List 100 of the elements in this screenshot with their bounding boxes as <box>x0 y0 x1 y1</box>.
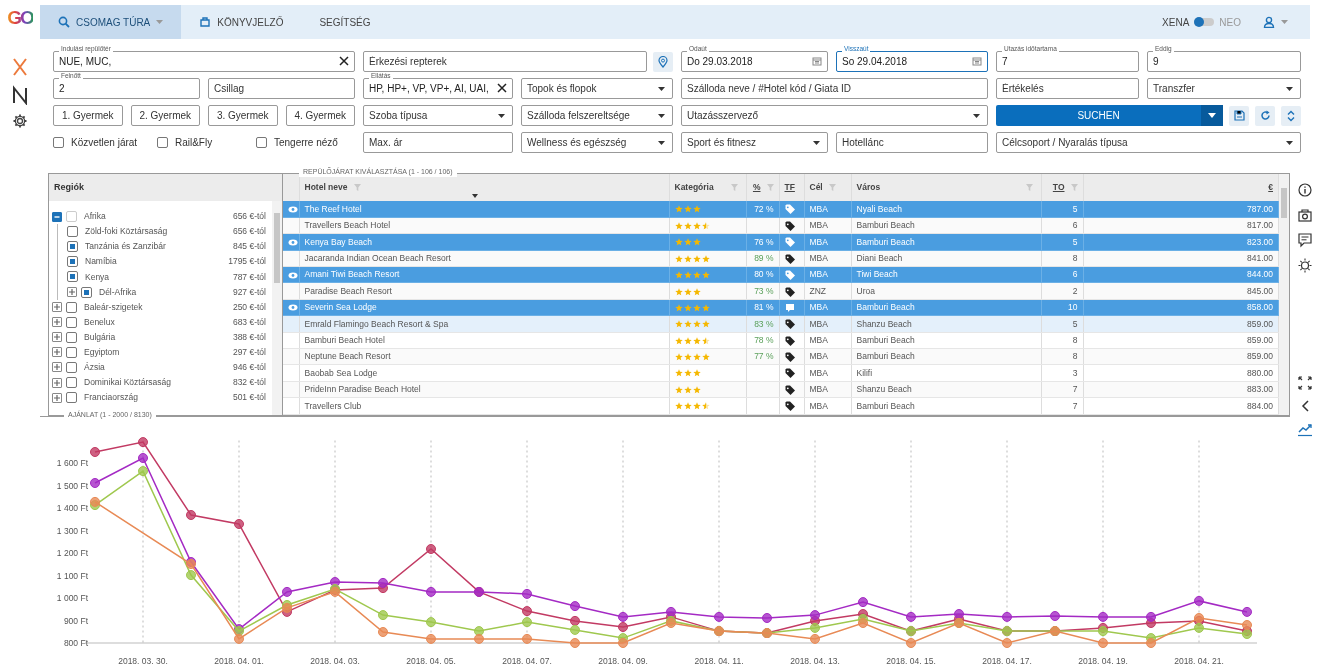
y-tick-label: 1 100 Ft <box>56 570 88 581</box>
region-price: 927 €-tól <box>232 285 266 299</box>
percent-value: 77 % <box>754 351 774 362</box>
destination-code: MBA <box>809 384 828 395</box>
price-value: 859.00 <box>1247 351 1273 362</box>
city-name: Bamburi Beach <box>856 220 915 231</box>
tour-operator-count: 5 <box>1072 318 1078 329</box>
city-name: Nyali Beach <box>856 203 902 214</box>
price-value: 823.00 <box>1247 236 1273 247</box>
region-price: 656 €-tól <box>232 210 266 223</box>
hotel-name: Travellers Beach Hotel <box>304 220 391 231</box>
city-name: Tiwi Beach <box>856 269 898 280</box>
percent-value: 78 % <box>754 334 774 345</box>
region-price: 656 €-tól <box>232 225 266 238</box>
price-value: 884.00 <box>1247 400 1273 411</box>
x-tick-label: 2018. 04. 03. <box>310 655 360 664</box>
region-price: 787 €-tól <box>232 270 266 284</box>
hotel-name: Bamburi Beach Hotel <box>304 334 385 345</box>
region-price: 250 €-tól <box>232 300 266 314</box>
percent-value: 89 % <box>754 253 774 263</box>
percent-value: 83 % <box>754 318 774 329</box>
tour-operator-count: 6 <box>1072 220 1078 231</box>
region-price: 501 €-tól <box>232 391 266 405</box>
price-value: 817.00 <box>1247 220 1273 231</box>
hotel-name: Baobab Sea Lodge <box>304 367 378 378</box>
tour-operator-count: 5 <box>1072 203 1078 214</box>
y-tick-label: 800 Ft <box>63 637 88 648</box>
percent-value: 80 % <box>754 269 774 280</box>
hotel-name: The Reef Hotel <box>304 203 362 214</box>
y-tick-label: 1 200 Ft <box>56 547 88 558</box>
percent-value: 73 % <box>754 285 774 296</box>
region-price: 683 €-tól <box>232 315 266 329</box>
x-tick-label: 2018. 04. 05. <box>406 655 456 664</box>
destination-code: MBA <box>809 302 828 313</box>
city-name: Bamburi Beach <box>856 351 915 362</box>
city-name: Kilifi <box>856 367 873 378</box>
hotel-name: Travellers Club <box>304 400 362 411</box>
percent-value: 72 % <box>754 203 774 214</box>
y-tick-label: 1 400 Ft <box>56 502 88 513</box>
hotel-name: Paradise Beach Resort <box>304 285 392 296</box>
hotel-name: Neptune Beach Resort <box>304 351 391 362</box>
x-tick-label: 2018. 04. 07. <box>502 655 552 664</box>
x-tick-label: 2018. 04. 15. <box>886 655 936 664</box>
destination-code: MBA <box>809 220 828 231</box>
toggle-label: XENA <box>1162 15 1190 30</box>
destination-code: MBA <box>809 269 828 280</box>
hotel-name: Emrald Flamingo Beach Resort & Spa <box>304 318 449 329</box>
city-name: Diani Beach <box>856 253 903 263</box>
tour-operator-count: 2 <box>1072 285 1078 296</box>
city-name: Uroa <box>856 285 875 296</box>
x-tick-label: 2018. 04. 11. <box>694 655 744 664</box>
y-tick-label: 900 Ft <box>63 615 88 626</box>
destination-code: MBA <box>809 236 828 247</box>
hotel-name: Jacaranda Indian Ocean Beach Resort <box>304 253 451 263</box>
x-tick-label: 2018. 04. 17. <box>982 655 1032 664</box>
tour-operator-count: 7 <box>1072 384 1078 395</box>
panel-header: Regiók <box>49 174 282 201</box>
price-value: 841.00 <box>1247 253 1273 263</box>
hotel-name: PrideInn Paradise Beach Hotel <box>304 384 421 395</box>
x-tick-label: 2018. 03. 30. <box>118 655 168 664</box>
city-name: Shanzu Beach <box>856 318 912 329</box>
tour-operator-count: 6 <box>1072 269 1078 280</box>
city-name: Shanzu Beach <box>856 384 912 395</box>
percent-value: 76 % <box>754 236 774 247</box>
destination-code: MBA <box>809 203 828 214</box>
city-name: Bamburi Beach <box>856 236 915 247</box>
region-price: 946 €-tól <box>232 361 266 374</box>
region-price: 388 €-tól <box>232 330 266 344</box>
x-tick-label: 2018. 04. 19. <box>1078 655 1128 664</box>
y-tick-label: 1 000 Ft <box>56 592 88 603</box>
destination-code: MBA <box>809 367 828 378</box>
destination-code: ZNZ <box>809 285 827 296</box>
region-price: 1795 €-tól <box>228 255 266 269</box>
tour-operator-count: 8 <box>1072 334 1078 345</box>
tour-operator-count: 10 <box>1068 302 1078 313</box>
tour-operator-count: 3 <box>1072 367 1078 378</box>
city-name: Bamburi Beach <box>856 400 915 411</box>
tour-operator-count: 8 <box>1072 351 1078 362</box>
x-tick-label: 2018. 04. 13. <box>790 655 840 664</box>
price-value: 880.00 <box>1247 367 1273 378</box>
hotel-name: Severin Sea Lodge <box>304 302 377 313</box>
region-price: 832 €-tól <box>232 376 266 389</box>
x-tick-label: 2018. 04. 09. <box>598 655 648 664</box>
price-value: 845.00 <box>1247 285 1273 296</box>
city-name: Bamburi Beach <box>856 334 915 345</box>
hotel-name: Amani Tiwi Beach Resort <box>304 269 400 280</box>
destination-code: MBA <box>809 351 828 362</box>
checkbox-label: Rail&Fly <box>174 136 213 150</box>
y-tick-label: 1 600 Ft <box>56 457 88 468</box>
region-price: 845 €-tól <box>232 240 266 254</box>
checkbox-label: Közvetlen járat <box>71 136 138 150</box>
y-tick-label: 1 500 Ft <box>56 480 88 491</box>
city-name: Bamburi Beach <box>856 302 915 313</box>
price-value: 859.00 <box>1247 318 1273 329</box>
price-value: 859.00 <box>1247 334 1273 345</box>
price-value: 858.00 <box>1247 302 1273 313</box>
x-tick-label: 2018. 04. 21. <box>1174 655 1224 664</box>
percent-value: 81 % <box>754 302 774 313</box>
toggle-label: NEO <box>1219 15 1241 30</box>
checkbox-label: Tengerre néző <box>273 136 338 150</box>
